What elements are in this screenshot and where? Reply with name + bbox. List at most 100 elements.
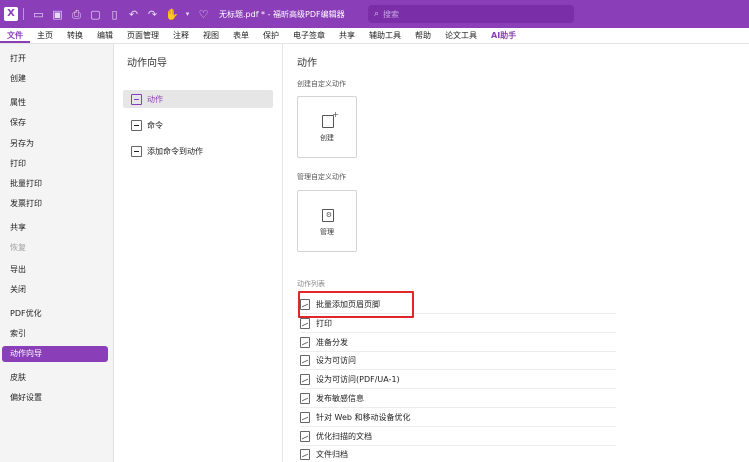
menu-tab-13[interactable]: 论文工具 (438, 29, 484, 43)
action-list-item[interactable]: 文件归档 (300, 446, 616, 462)
menu-tab-5[interactable]: 注释 (166, 29, 196, 43)
wizard-item-label: 命令 (147, 120, 163, 130)
action-file-icon (300, 317, 310, 329)
search-box[interactable]: ⌕ (368, 5, 574, 23)
action-label: 发布敏感信息 (316, 394, 364, 403)
actions-content: 动作 创建自定义动作 创建 管理自定义动作 管理 动作列表 批量添加页眉页脚打印… (284, 44, 749, 462)
menu-tab-14[interactable]: AI助手 (484, 29, 523, 43)
title-bar: X ▭ ▣ ⎙ ▢ ▯ ↶ ↷ ✋ ▾ ♡ 无标题.pdf * - 福昕高级PD… (0, 0, 749, 28)
menu-bar: 文件 主页 转换 编辑 页面管理 注释 视图 表单 保护 电子签章 共享 辅助工具 帮助 论文工具 AI助手 (0, 28, 749, 44)
action-list-item[interactable]: 发布敏感信息 (300, 390, 616, 408)
nav-item-2[interactable]: 属性 (2, 95, 108, 111)
menu-tab-0[interactable]: 文件 (0, 29, 30, 43)
action-list-item[interactable]: 准备分发 (300, 334, 616, 352)
open-folder-icon[interactable]: ▭ (32, 8, 45, 21)
menu-tab-11[interactable]: 辅助工具 (362, 29, 408, 43)
wizard-item-1[interactable]: 命令 (123, 116, 273, 134)
search-icon: ⌕ (374, 9, 380, 19)
nav-item-10[interactable]: 导出 (2, 262, 108, 278)
create-action-button[interactable]: 创建 (297, 96, 357, 158)
menu-tab-6[interactable]: 视图 (196, 29, 226, 43)
hand-tool-icon[interactable]: ✋ (165, 8, 179, 21)
action-file-icon (300, 336, 310, 348)
action-label: 优化扫描的文档 (316, 431, 372, 441)
app-logo-icon: X (4, 7, 18, 21)
action-label: 针对 Web 和移动设备优化 (316, 412, 411, 422)
action-list-item[interactable]: 打印 (300, 315, 616, 333)
create-action-icon (322, 110, 339, 128)
menu-tab-1[interactable]: 主页 (30, 29, 60, 43)
nav-item-7[interactable]: 发票打印 (2, 196, 108, 212)
search-input[interactable] (383, 9, 544, 19)
action-file-icon (300, 449, 310, 461)
wizard-item-0[interactable]: 动作 (123, 90, 273, 108)
action-file-icon (300, 393, 310, 404)
create-section-label: 创建自定义动作 (297, 80, 346, 88)
nav-item-1[interactable]: 创建 (2, 71, 108, 87)
action-file-icon (300, 411, 310, 423)
heart-icon[interactable]: ♡ (197, 8, 210, 21)
save-icon[interactable]: ▣ (51, 8, 64, 21)
print-icon[interactable]: ⎙ (70, 8, 83, 21)
menu-tab-7[interactable]: 表单 (226, 29, 256, 43)
nav-item-6[interactable]: 批量打印 (2, 176, 108, 192)
nav-item-15[interactable]: 皮肤 (2, 370, 108, 386)
action-label: 打印 (316, 318, 332, 328)
wizard-item-label: 动作 (147, 94, 163, 104)
action-list-label: 动作列表 (297, 280, 325, 288)
action-list-item[interactable]: 设为可访问 (300, 352, 616, 371)
menu-tab-2[interactable]: 转换 (60, 29, 90, 43)
menu-tab-3[interactable]: 编辑 (90, 29, 120, 43)
nav-item-4[interactable]: 另存为 (2, 136, 108, 152)
action-label: 批量添加页眉页脚 (316, 300, 380, 309)
action-file-icon (300, 299, 310, 310)
panel-title: 动作向导 (127, 58, 167, 69)
action-file-icon (131, 145, 142, 157)
manage-section-label: 管理自定义动作 (297, 173, 346, 181)
action-file-icon (131, 93, 142, 105)
menu-tab-12[interactable]: 帮助 (408, 29, 438, 43)
manage-action-icon (322, 209, 334, 222)
menu-tab-8[interactable]: 保护 (256, 29, 286, 43)
action-file-icon (131, 119, 142, 131)
action-list-item[interactable]: 优化扫描的文档 (300, 428, 616, 446)
wizard-item-2[interactable]: 添加命令到动作 (123, 142, 273, 160)
action-list-item[interactable]: 针对 Web 和移动设备优化 (300, 409, 616, 427)
action-wizard-panel: 动作向导 动作命令添加命令到动作 (115, 44, 283, 462)
nav-item-14[interactable]: 动作向导 (2, 346, 108, 362)
file-backstage-nav: 打开创建属性保存另存为打印批量打印发票打印共享恢复导出关闭 PDF优化索引动作向导… (0, 44, 114, 462)
action-list-item[interactable]: 设为可访问(PDF/UA-1) (300, 371, 616, 390)
redo-icon[interactable]: ↷ (146, 8, 159, 21)
nav-item-13[interactable]: 索引 (2, 326, 108, 342)
new-file-icon[interactable]: ▢ (89, 8, 102, 21)
wizard-item-label: 添加命令到动作 (147, 146, 203, 156)
action-label: 文件归档 (316, 450, 348, 460)
chevron-down-icon[interactable]: ▾ (184, 8, 191, 21)
nav-item-0[interactable]: 打开 (2, 51, 108, 67)
nav-item-8[interactable]: 共享 (2, 220, 108, 236)
action-file-icon (300, 374, 310, 386)
menu-tab-10[interactable]: 共享 (332, 29, 362, 43)
action-label: 设为可访问(PDF/UA-1) (316, 375, 400, 385)
action-label: 设为可访问 (316, 356, 356, 366)
action-list-item[interactable]: 批量添加页眉页脚 (300, 296, 616, 314)
nav-item-9: 恢复 (10, 243, 26, 252)
nav-item-5[interactable]: 打印 (2, 156, 108, 172)
content-title: 动作 (297, 58, 317, 69)
window-title: 无标题.pdf * - 福昕高级PDF编辑器 (219, 9, 345, 19)
menu-tab-9[interactable]: 电子签章 (286, 29, 332, 43)
manage-action-label: 管理 (320, 228, 334, 236)
file-icon[interactable]: ▯ (108, 8, 121, 21)
nav-item-12[interactable]: PDF优化 (2, 306, 108, 322)
create-action-label: 创建 (320, 134, 334, 142)
menu-tab-4[interactable]: 页面管理 (120, 29, 166, 43)
nav-item-16[interactable]: 偏好设置 (2, 390, 108, 406)
nav-item-11[interactable]: 关闭 (2, 282, 108, 298)
undo-icon[interactable]: ↶ (127, 8, 140, 21)
nav-item-3[interactable]: 保存 (2, 115, 108, 131)
action-file-icon (300, 355, 310, 367)
action-file-icon (300, 430, 310, 442)
toolbar-separator (23, 8, 24, 20)
manage-action-button[interactable]: 管理 (297, 190, 357, 252)
action-label: 准备分发 (316, 337, 348, 347)
